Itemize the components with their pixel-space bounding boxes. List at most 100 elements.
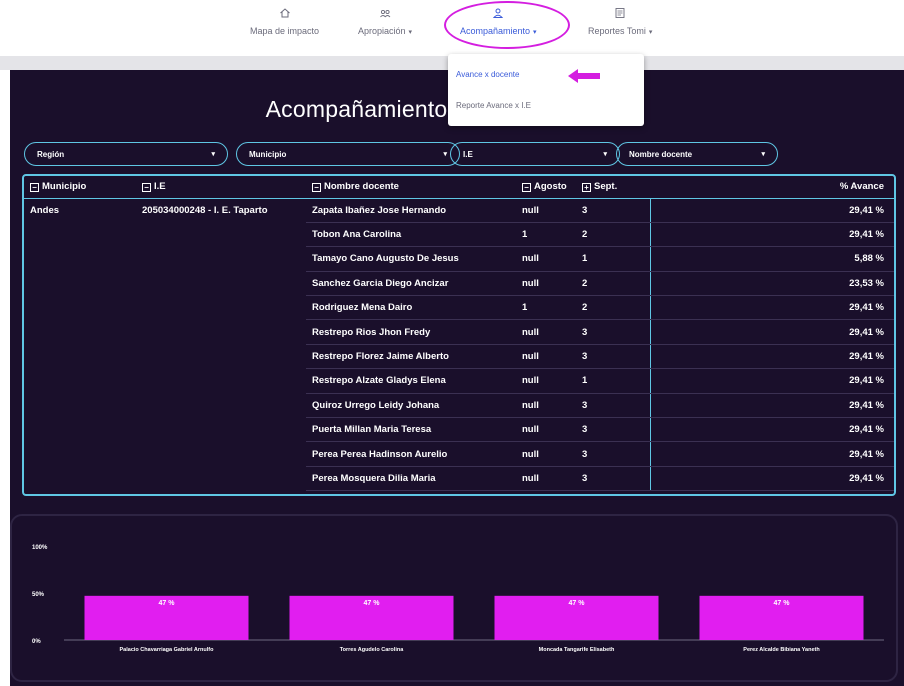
cell-nombre-docente: Restrepo Florez Jaime Alberto bbox=[306, 344, 516, 370]
table-row[interactable]: Sanchez Garcia Diego Ancizar null 2 23,53 % bbox=[24, 271, 894, 297]
header-nombre-docente[interactable]: − Nombre docente bbox=[306, 176, 516, 199]
collapse-icon[interactable]: − bbox=[312, 183, 321, 193]
table-row[interactable]: Rodriguez Mena Dairo 1 2 29,41 % bbox=[24, 295, 894, 321]
x-tick-label: Moncada Tangarife Elisabeth bbox=[539, 647, 615, 653]
cell-agosto: null bbox=[516, 344, 576, 370]
dropdown-item-reporte-avance-ie[interactable]: Reporte Avance x I.E bbox=[456, 101, 531, 110]
table-row[interactable]: Tamayo Cano Augusto De Jesus null 1 5,88 % bbox=[24, 246, 894, 272]
filter-label: Nombre docente bbox=[629, 149, 693, 159]
nav-item-label: Reportes Tomi bbox=[588, 26, 646, 36]
cell-nombre-docente: Quiroz Urrego Leidy Johana bbox=[306, 393, 516, 419]
header-avance[interactable]: % Avance bbox=[650, 176, 894, 199]
cell-avance: 29,41 % bbox=[649, 441, 894, 467]
cell-ie bbox=[136, 320, 306, 344]
cell-agosto: null bbox=[516, 417, 576, 443]
cell-municipio bbox=[24, 344, 136, 368]
table-row[interactable]: Perea Perea Hadinson Aurelio null 3 29,41 % bbox=[24, 441, 894, 467]
top-nav: Mapa de impacto Apropiación ▾ Acompañamie… bbox=[0, 0, 904, 56]
cell-avance: 29,41 % bbox=[649, 344, 894, 370]
header-sept[interactable]: + Sept. bbox=[576, 176, 650, 199]
chevron-down-icon: ▾ bbox=[533, 29, 537, 36]
dropdown-item-avance-docente[interactable]: Avance x docente bbox=[456, 70, 519, 79]
cell-municipio bbox=[24, 222, 136, 246]
collapse-icon[interactable]: − bbox=[522, 183, 531, 193]
cell-nombre-docente: Tamayo Cano Augusto De Jesus bbox=[306, 246, 516, 272]
cell-avance: 29,41 % bbox=[649, 295, 894, 321]
cell-ie bbox=[136, 222, 306, 246]
cell-municipio bbox=[24, 247, 136, 271]
cell-nombre-docente: Restrepo Rios Jhon Fredy bbox=[306, 319, 516, 345]
chart-panel: 0% 50% 100% 47 % Palacio Chavarriaga Gabriel… bbox=[10, 514, 898, 682]
chevron-down-icon: ▾ bbox=[603, 151, 607, 158]
cell-sept: 3 bbox=[576, 344, 650, 370]
cell-sept: 1 bbox=[576, 368, 650, 394]
nav-item-mapa-impacto[interactable]: Mapa de impacto bbox=[250, 6, 319, 36]
users-icon bbox=[378, 6, 392, 20]
collapse-icon[interactable]: − bbox=[30, 183, 39, 193]
cell-ie bbox=[136, 418, 306, 442]
cell-sept: 1 bbox=[576, 246, 650, 272]
cell-ie: 205034000248 - I. E. Taparto bbox=[142, 204, 268, 216]
expand-icon[interactable]: + bbox=[582, 183, 591, 193]
cell-avance: 29,41 % bbox=[649, 368, 894, 394]
cell-avance: 29,41 % bbox=[649, 466, 894, 492]
filter-label: I.E bbox=[463, 149, 473, 159]
cell-ie bbox=[136, 369, 306, 393]
cell-municipio bbox=[24, 466, 136, 490]
cell-agosto: null bbox=[516, 441, 576, 467]
cell-ie bbox=[136, 442, 306, 466]
table-row[interactable]: Quiroz Urrego Leidy Johana null 3 29,41 % bbox=[24, 393, 894, 419]
header-ie[interactable]: − I.E bbox=[136, 176, 306, 199]
nav-item-acompanamiento[interactable]: Acompañamiento ▾ bbox=[460, 6, 537, 36]
header-agosto[interactable]: − Agosto bbox=[516, 176, 576, 199]
home-icon bbox=[278, 6, 292, 20]
cell-municipio bbox=[24, 369, 136, 393]
cell-ie bbox=[136, 296, 306, 320]
filter-ie[interactable]: I.E ▾ bbox=[450, 142, 620, 166]
filter-label: Región bbox=[37, 149, 65, 159]
cell-agosto: null bbox=[516, 246, 576, 272]
cell-agosto: null bbox=[516, 319, 576, 345]
bar-chart: 0% 50% 100% 47 % Palacio Chavarriaga Gabriel… bbox=[32, 545, 884, 653]
cell-nombre-docente: Rodriguez Mena Dairo bbox=[306, 295, 516, 321]
cell-municipio bbox=[24, 320, 136, 344]
table-row[interactable]: Restrepo Florez Jaime Alberto null 3 29,41 … bbox=[24, 344, 894, 370]
x-tick-label: Perez Alcalde Bibiana Yaneth bbox=[743, 647, 820, 653]
table-row[interactable]: Restrepo Rios Jhon Fredy null 3 29,41 % bbox=[24, 319, 894, 345]
bar-data-label: 47 % bbox=[569, 600, 586, 607]
table-row[interactable]: Perea Mosquera Dilia Maria null 3 29,41 % bbox=[24, 466, 894, 492]
filter-nombre-docente[interactable]: Nombre docente ▾ bbox=[616, 142, 778, 166]
cell-municipio bbox=[24, 271, 136, 295]
report-icon bbox=[613, 6, 627, 20]
x-tick-label: Torres Agudelo Carolina bbox=[340, 647, 405, 653]
cell-sept: 2 bbox=[576, 222, 650, 248]
acompanamiento-dropdown: Avance x docente Reporte Avance x I.E bbox=[448, 54, 644, 126]
bar-data-label: 47 % bbox=[364, 600, 381, 607]
cell-ie bbox=[136, 344, 306, 368]
cell-agosto: null bbox=[516, 466, 576, 492]
filter-region[interactable]: Región ▾ bbox=[24, 142, 228, 166]
chevron-down-icon: ▾ bbox=[761, 151, 765, 158]
filter-municipio[interactable]: Municipio ▾ bbox=[236, 142, 460, 166]
cell-ie bbox=[136, 393, 306, 417]
table-row[interactable]: Puerta Millan Maria Teresa null 3 29,41 % bbox=[24, 417, 894, 443]
chevron-down-icon: ▾ bbox=[443, 151, 447, 158]
nav-item-apropiacion[interactable]: Apropiación ▾ bbox=[358, 6, 412, 36]
cell-municipio bbox=[24, 442, 136, 466]
cell-avance: 5,88 % bbox=[649, 246, 894, 272]
arrow-pointer-icon bbox=[568, 69, 600, 83]
header-municipio[interactable]: − Municipio bbox=[24, 176, 136, 199]
cell-sept: 3 bbox=[576, 466, 650, 492]
cell-agosto: 1 bbox=[516, 222, 576, 248]
collapse-icon[interactable]: − bbox=[142, 183, 151, 193]
nav-item-label: Mapa de impacto bbox=[250, 26, 320, 36]
cell-sept: 2 bbox=[576, 271, 650, 297]
cell-nombre-docente: Perea Perea Hadinson Aurelio bbox=[306, 441, 516, 467]
cell-agosto: null bbox=[516, 198, 576, 223]
cell-nombre-docente: Puerta Millan Maria Teresa bbox=[306, 417, 516, 443]
bar-data-label: 47 % bbox=[774, 600, 791, 607]
table-row[interactable]: Tobon Ana Carolina 1 2 29,41 % bbox=[24, 222, 894, 248]
table-row[interactable]: Andes 205034000248 - I. E. Taparto Zapata … bbox=[24, 198, 894, 223]
table-row[interactable]: Restrepo Alzate Gladys Elena null 1 29,41 % bbox=[24, 368, 894, 394]
nav-item-reportes-tomi[interactable]: Reportes Tomi ▾ bbox=[588, 6, 652, 36]
